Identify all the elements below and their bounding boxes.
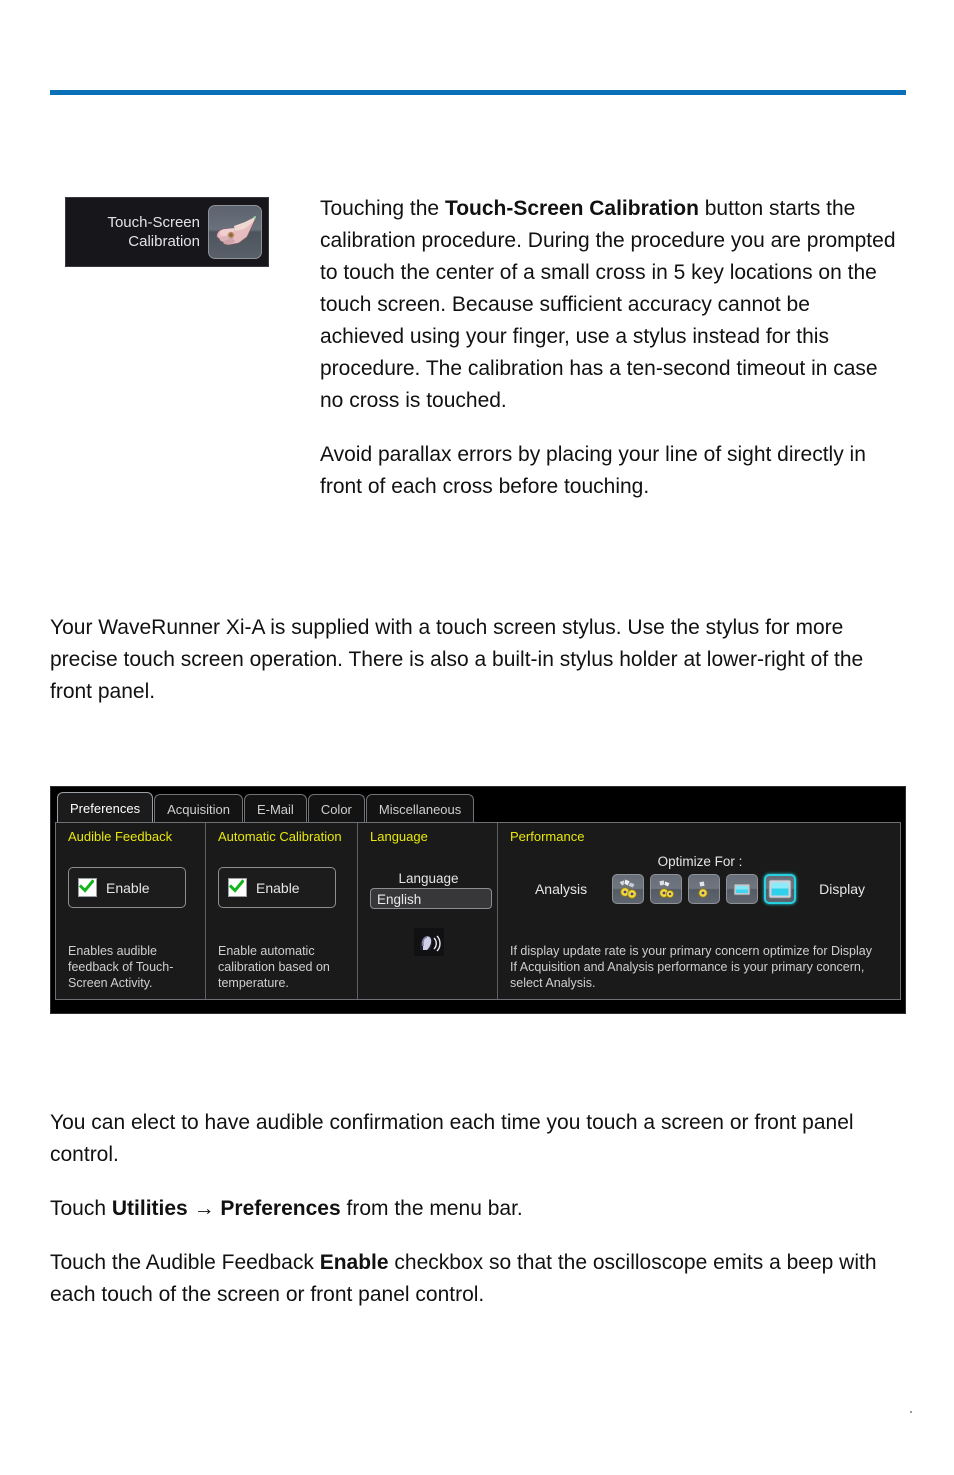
footer-mark [910,1411,912,1413]
touch-screen-calibration-button[interactable]: Touch-Screen Calibration [65,197,269,267]
audible-feedback-description: Enables audible feedback of Touch- Scree… [68,944,174,990]
scope-panel-body: Audible Feedback Enable Enables audible … [55,822,901,1000]
bottom-paragraph-1: You can elect to have audible confirmati… [50,1111,854,1166]
intro-p1-bold: Touch-Screen Calibration [444,197,699,220]
oscilloscope-preferences-screenshot: Preferences Acquisition E-Mail Color Mis… [50,786,906,1014]
optimize-analysis-high-button[interactable] [650,874,683,904]
intro-p1-part-b: button starts the calibration procedure.… [320,197,896,412]
bottom-paragraph-3: Touch the Audible Feedback Enable checkb… [50,1247,895,1311]
performance-title: Performance [510,829,585,844]
optimize-display-max-button[interactable] [764,874,797,904]
audible-feedback-title: Audible Feedback [68,829,173,844]
performance-description: If display update rate is your primary c… [510,944,872,990]
section-language: Language Language English [358,823,498,999]
intro-paragraph-2: Avoid parallax errors by placing your li… [320,443,866,498]
tab-email[interactable]: E-Mail [243,794,307,823]
scope-tab-bar: Preferences Acquisition E-Mail Color Mis… [51,787,905,823]
audible-feedback-enable-checkbox[interactable]: Enable [68,867,186,908]
automatic-calibration-enable-checkbox[interactable]: Enable [218,867,336,908]
optimize-balanced-button[interactable] [688,874,721,904]
intro-paragraph-1: Touching the Touch-Screen Calibration bu… [320,193,898,417]
optimize-for-label: Optimize For : [657,854,743,869]
bottom-p2-bold-utilities: Utilities [111,1197,188,1220]
bottom-p3-part-a: Touch the Audible Feedback [50,1251,320,1274]
header-divider [50,90,906,95]
bottom-p2-part-b: from the menu bar. [340,1197,523,1220]
automatic-calibration-enable-label: Enable [256,879,300,896]
intro-text-column: Touching the Touch-Screen Calibration bu… [320,193,898,503]
tab-miscellaneous[interactable]: Miscellaneous [365,794,475,823]
checkmark-icon [228,878,247,897]
pointing-hand-icon [208,205,262,259]
optimize-display-high-button[interactable] [726,874,759,904]
bottom-p2-arrow-icon: → [187,1197,221,1220]
audible-feedback-enable-label: Enable [106,879,150,896]
language-field-label: Language [398,871,459,886]
scope-status-bar [51,1000,905,1013]
section-audible-feedback: Audible Feedback Enable Enables audible … [56,823,206,999]
tab-preferences[interactable]: Preferences [57,792,154,823]
checkmark-icon [78,878,97,897]
optimize-button-row: Analysis Display [510,874,890,904]
language-select[interactable]: English [370,888,492,909]
section-automatic-calibration: Automatic Calibration Enable Enable auto… [206,823,358,999]
language-title: Language [370,829,428,844]
bottom-p2-part-a: Touch [50,1197,112,1220]
tab-color[interactable]: Color [307,794,365,823]
bottom-text-block: You can elect to have audible confirmati… [50,1107,895,1311]
analysis-label: Analysis [534,881,588,897]
bottom-p3-bold-enable: Enable [319,1251,389,1274]
bottom-paragraph-2: Touch Utilities → Preferences from the m… [50,1193,895,1225]
optimize-analysis-max-button[interactable] [612,874,645,904]
automatic-calibration-description: Enable automatic calibration based on te… [218,944,330,990]
intro-p1-part-a: Touching the [320,197,445,220]
automatic-calibration-title: Automatic Calibration [218,829,342,844]
touch-screen-calibration-label: Touch-Screen Calibration [107,214,200,250]
bottom-p2-bold-preferences: Preferences [220,1197,341,1220]
stylus-paragraph: Your WaveRunner Xi-A is supplied with a … [50,616,864,703]
speaking-head-icon [413,928,444,956]
tab-acquisition[interactable]: Acquisition [154,794,243,823]
display-label: Display [819,881,866,897]
section-performance: Performance Optimize For : Analysis Disp… [498,823,900,999]
